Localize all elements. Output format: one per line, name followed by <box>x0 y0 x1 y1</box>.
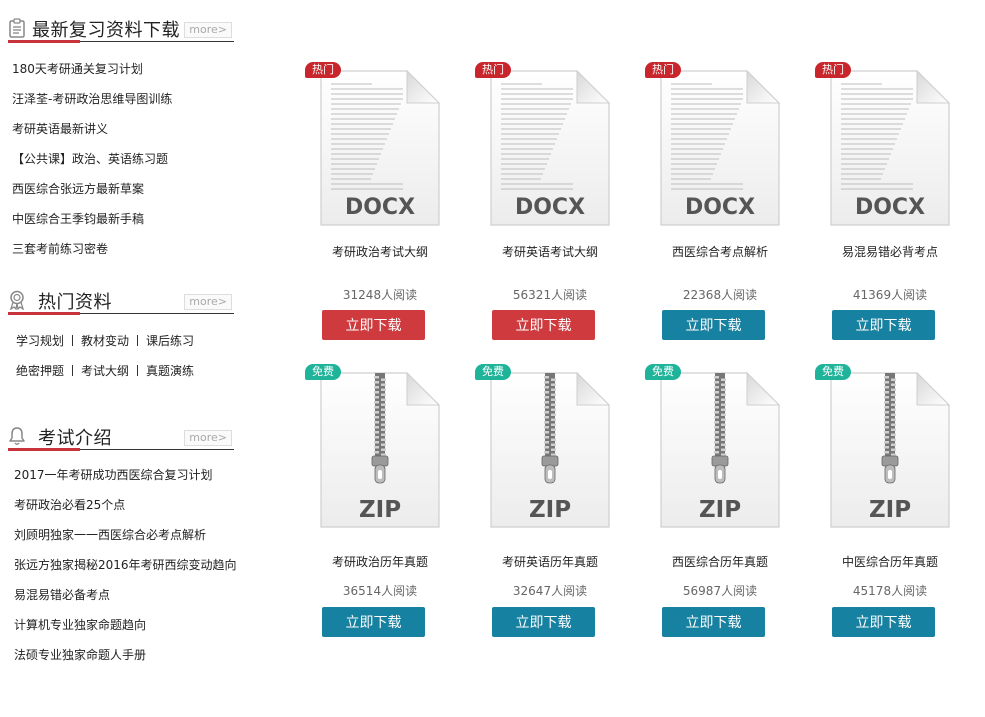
svg-text:DOCX: DOCX <box>685 195 755 220</box>
list-item[interactable]: 计算机专业独家命题趋向 <box>14 610 237 640</box>
hot-more-link[interactable]: more> <box>184 294 232 310</box>
document-card[interactable]: ZIP 免费 考研政治历年真题 36514人阅读 立即下载 <box>305 364 455 654</box>
hot-badge: 热门 <box>305 62 341 78</box>
document-card[interactable]: DOCX 热门 考研英语考试大纲 56321人阅读 立即下载 <box>475 62 625 352</box>
latest-list: 180天考研通关复习计划 汪泽荃-考研政治思维导图训练 考研英语最新讲义 【公共… <box>12 54 172 264</box>
list-item[interactable]: 考研政治必看25个点 <box>14 490 237 520</box>
list-item[interactable]: 张远方独家揭秘2016年考研西综变动趋向 <box>14 550 237 580</box>
read-count: 56987人阅读 <box>682 584 758 598</box>
exam-section-header: 考试介绍 more> <box>8 420 234 451</box>
document-title[interactable]: 中医综合历年真题 <box>815 553 965 570</box>
hot-badge: 热门 <box>475 62 511 78</box>
read-count: 31248人阅读 <box>342 288 418 302</box>
read-count: 41369人阅读 <box>852 288 928 302</box>
tag-divider <box>72 335 74 346</box>
hot-tag[interactable]: 考试大纲 <box>81 364 129 378</box>
download-button[interactable]: 立即下载 <box>662 310 765 340</box>
document-title[interactable]: 西医综合历年真题 <box>645 553 795 570</box>
list-item[interactable]: 刘顾明独家一一西医综合必考点解析 <box>14 520 237 550</box>
download-button[interactable]: 立即下载 <box>662 607 765 637</box>
docx-file-icon: DOCX <box>320 69 441 226</box>
read-count: 45178人阅读 <box>852 584 928 598</box>
read-count: 36514人阅读 <box>342 584 418 598</box>
svg-text:ZIP: ZIP <box>869 497 911 523</box>
list-item[interactable]: 【公共课】政治、英语练习题 <box>12 144 172 174</box>
list-item[interactable]: 三套考前练习密卷 <box>12 234 172 264</box>
tag-divider <box>137 365 139 376</box>
list-item[interactable]: 2017一年考研成功西医综合复习计划 <box>14 460 237 490</box>
document-card[interactable]: ZIP 免费 西医综合历年真题 56987人阅读 立即下载 <box>645 364 795 654</box>
document-card[interactable]: DOCX 热门 西医综合考点解析 22368人阅读 立即下载 <box>645 62 795 352</box>
download-button[interactable]: 立即下载 <box>492 607 595 637</box>
hot-badge: 热门 <box>645 62 681 78</box>
list-item[interactable]: 法硕专业独家命题人手册 <box>14 640 237 670</box>
hot-tags-row-2: 绝密押题 考试大纲 真题演练 <box>16 356 194 386</box>
svg-text:DOCX: DOCX <box>515 195 585 220</box>
list-item[interactable]: 易混易错必备考点 <box>14 580 237 610</box>
document-title[interactable]: 考研英语历年真题 <box>475 553 625 570</box>
download-button[interactable]: 立即下载 <box>322 310 425 340</box>
title-accent-bar <box>8 312 80 315</box>
hot-section-title: 热门资料 <box>38 292 112 313</box>
download-button[interactable]: 立即下载 <box>832 310 935 340</box>
download-button[interactable]: 立即下载 <box>322 607 425 637</box>
tag-divider <box>72 365 74 376</box>
list-item[interactable]: 中医综合王季钧最新手稿 <box>12 204 172 234</box>
exam-section-title: 考试介绍 <box>38 428 112 449</box>
document-title[interactable]: 考研政治历年真题 <box>305 553 455 570</box>
svg-text:ZIP: ZIP <box>359 497 401 523</box>
zip-file-icon: ZIP <box>320 371 441 528</box>
document-title[interactable]: 西医综合考点解析 <box>645 243 795 260</box>
title-accent-bar <box>8 40 80 43</box>
list-item[interactable]: 180天考研通关复习计划 <box>12 54 172 84</box>
read-count: 56321人阅读 <box>512 288 588 302</box>
svg-text:DOCX: DOCX <box>855 195 925 220</box>
svg-text:DOCX: DOCX <box>345 195 415 220</box>
read-count: 22368人阅读 <box>682 288 758 302</box>
document-title[interactable]: 考研英语考试大纲 <box>475 243 625 260</box>
free-badge: 免费 <box>475 364 511 380</box>
latest-more-link[interactable]: more> <box>184 22 232 38</box>
download-button[interactable]: 立即下载 <box>492 310 595 340</box>
exam-more-link[interactable]: more> <box>184 430 232 446</box>
hot-tag[interactable]: 教材变动 <box>81 334 129 348</box>
list-item[interactable]: 汪泽荃-考研政治思维导图训练 <box>12 84 172 114</box>
free-badge: 免费 <box>305 364 341 380</box>
docx-file-icon: DOCX <box>490 69 611 226</box>
clipboard-icon <box>9 18 25 38</box>
svg-text:ZIP: ZIP <box>699 497 741 523</box>
read-count: 32647人阅读 <box>512 584 588 598</box>
bell-icon <box>9 427 25 445</box>
hot-badge: 热门 <box>815 62 851 78</box>
document-card[interactable]: DOCX 热门 考研政治考试大纲 31248人阅读 立即下载 <box>305 62 455 352</box>
document-card[interactable]: ZIP 免费 中医综合历年真题 45178人阅读 立即下载 <box>815 364 965 654</box>
download-button[interactable]: 立即下载 <box>832 607 935 637</box>
title-accent-bar <box>8 448 80 451</box>
zip-file-icon: ZIP <box>660 371 781 528</box>
document-title[interactable]: 易混易错必背考点 <box>815 243 965 260</box>
latest-section-title: 最新复习资料下载 <box>32 20 180 41</box>
docx-file-icon: DOCX <box>830 69 951 226</box>
svg-text:ZIP: ZIP <box>529 497 571 523</box>
docx-file-icon: DOCX <box>660 69 781 226</box>
free-badge: 免费 <box>645 364 681 380</box>
zip-file-icon: ZIP <box>490 371 611 528</box>
award-ribbon-icon <box>10 290 24 310</box>
document-title[interactable]: 考研政治考试大纲 <box>305 243 455 260</box>
document-card[interactable]: ZIP 免费 考研英语历年真题 32647人阅读 立即下载 <box>475 364 625 654</box>
hot-tag[interactable]: 绝密押题 <box>16 364 64 378</box>
document-card[interactable]: DOCX 热门 易混易错必背考点 41369人阅读 立即下载 <box>815 62 965 352</box>
list-item[interactable]: 西医综合张远方最新草案 <box>12 174 172 204</box>
latest-section-header: 最新复习资料下载 more> <box>8 12 234 43</box>
hot-tags-row-1: 学习规划 教材变动 课后练习 <box>16 326 194 356</box>
free-badge: 免费 <box>815 364 851 380</box>
hot-tag[interactable]: 课后练习 <box>146 334 194 348</box>
hot-tag[interactable]: 真题演练 <box>146 364 194 378</box>
exam-list: 2017一年考研成功西医综合复习计划 考研政治必看25个点 刘顾明独家一一西医综… <box>14 460 237 670</box>
zip-file-icon: ZIP <box>830 371 951 528</box>
hot-section-header: 热门资料 more> <box>8 284 234 315</box>
tag-divider <box>137 335 139 346</box>
hot-tag[interactable]: 学习规划 <box>16 334 64 348</box>
list-item[interactable]: 考研英语最新讲义 <box>12 114 172 144</box>
